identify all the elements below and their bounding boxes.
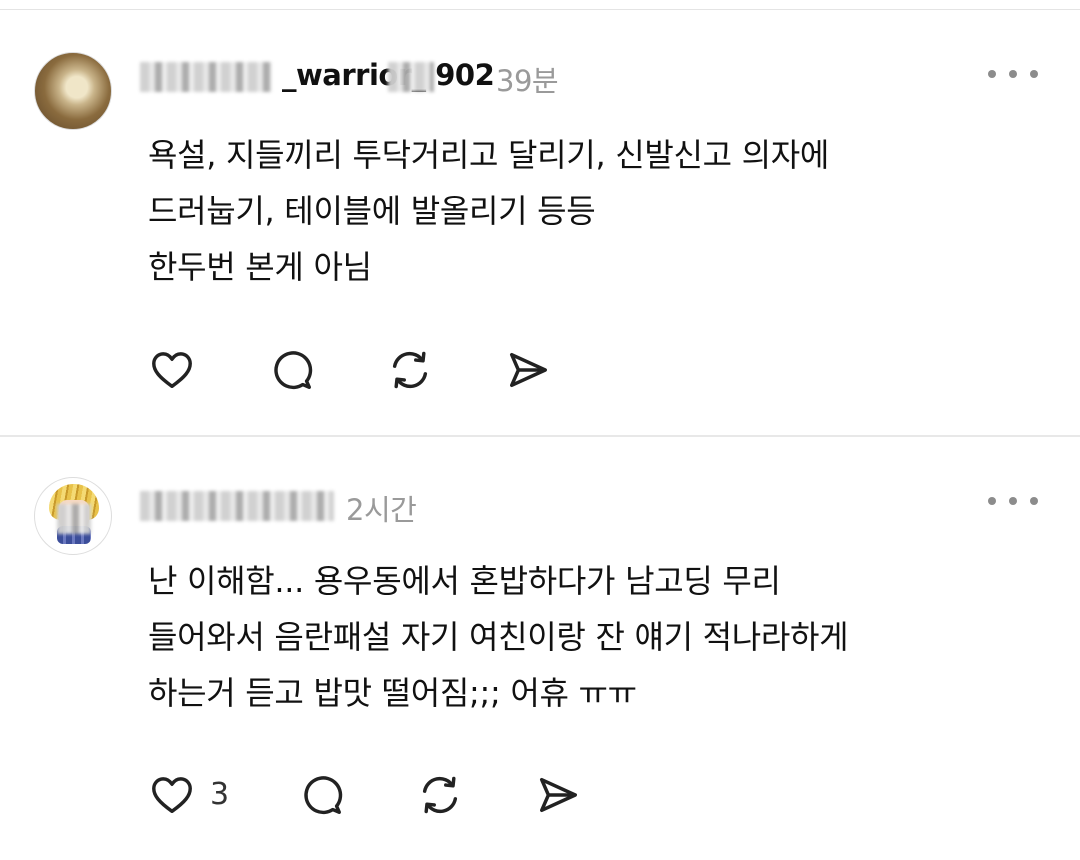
share-button[interactable] [504, 346, 552, 394]
blurred-username [140, 491, 334, 521]
post-line: 한두번 본게 아님 [148, 248, 372, 286]
more-icon [1009, 497, 1017, 505]
heart-icon [152, 352, 192, 389]
repost-button[interactable] [416, 771, 464, 819]
more-icon [1009, 70, 1017, 78]
comment-button[interactable] [298, 771, 346, 819]
post-time: 39분 [496, 64, 559, 98]
repost-icon [422, 776, 458, 814]
comment-icon [274, 351, 313, 390]
avatar[interactable] [34, 477, 112, 555]
more-icon [988, 70, 996, 78]
post-time: 2시간 [346, 493, 417, 527]
like-count: 3 [210, 777, 230, 812]
like-button[interactable] [148, 771, 196, 819]
comment-button[interactable] [268, 346, 316, 394]
more-options-button[interactable] [988, 62, 1038, 86]
post-line: 욕설, 지들끼리 투닥거리고 달리기, 신발신고 의자에 [148, 136, 830, 174]
post-body: 욕설, 지들끼리 투닥거리고 달리기, 신발신고 의자에 드러눕기, 테이블에 … [148, 127, 829, 295]
post-line: 드러눕기, 테이블에 발올리기 등등 [148, 192, 596, 230]
post-line: 하는거 듣고 밥맛 떨어짐;;; 어휴 ㅠㅠ [148, 674, 637, 712]
reply-post-1: _warrior_ 902 39분 욕설, 지들끼리 투닥거리고 달리기, 신발… [0, 0, 1080, 435]
more-options-button[interactable] [988, 489, 1038, 513]
blurred-avatar [57, 504, 91, 534]
more-icon [1030, 70, 1038, 78]
more-icon [988, 497, 996, 505]
share-icon [539, 777, 577, 813]
reply-post-2: 2시간 난 이해함... 용우동에서 혼밥하다가 남고딩 무리 들어와서 음란패… [0, 437, 1080, 860]
post-body: 난 이해함... 용우동에서 혼밥하다가 남고딩 무리 들어와서 음란패설 자기… [148, 553, 849, 721]
avatar[interactable] [34, 52, 112, 130]
heart-icon [152, 777, 192, 814]
share-icon [509, 352, 547, 388]
blurred-username-part [388, 62, 434, 92]
more-icon [1030, 497, 1038, 505]
repost-button[interactable] [386, 346, 434, 394]
blurred-username-start [140, 62, 272, 92]
share-button[interactable] [534, 771, 582, 819]
comment-icon [304, 776, 343, 815]
repost-icon [392, 351, 428, 389]
post-line: 들어와서 음란패설 자기 여친이랑 잔 얘기 적나라하게 [148, 618, 849, 656]
like-button[interactable] [148, 346, 196, 394]
post-line: 난 이해함... 용우동에서 혼밥하다가 남고딩 무리 [148, 562, 781, 600]
